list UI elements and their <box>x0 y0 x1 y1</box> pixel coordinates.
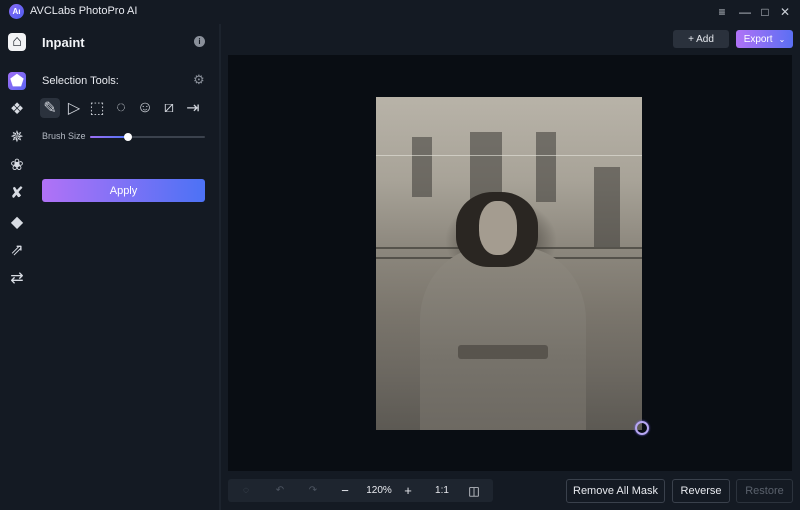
title-bar: Aı AVCLabs PhotoPro AI ≡ — □ ✕ <box>0 0 800 24</box>
apply-button[interactable]: Apply <box>42 179 205 202</box>
undo-icon[interactable]: ↶ <box>272 479 288 502</box>
export-label: Export <box>743 33 773 45</box>
panel-title: Inpaint <box>42 35 85 50</box>
minimize-icon[interactable]: — <box>737 4 753 20</box>
photo-detail <box>412 137 432 197</box>
face-retouch-icon[interactable]: ❀ <box>8 156 26 174</box>
image-canvas[interactable] <box>228 55 792 471</box>
enhancer-icon[interactable]: ✵ <box>8 128 26 146</box>
colorize-fan-icon[interactable]: ✘ <box>8 184 26 202</box>
inpaint-eraser-icon[interactable]: ⬟ <box>8 72 26 90</box>
brush-cursor <box>635 421 649 435</box>
panel-divider <box>219 24 221 510</box>
app-window: Aı AVCLabs PhotoPro AI ≡ — □ ✕ ⌂ ⬟ ❖ ✵ ❀… <box>0 0 800 510</box>
add-button[interactable]: + Add <box>673 30 729 48</box>
auto-select-tool[interactable]: ⧄ <box>159 98 179 118</box>
photo-detail <box>594 167 620 247</box>
photo-detail <box>536 132 556 202</box>
photo-subject-coat <box>420 247 586 430</box>
info-icon[interactable]: i <box>194 36 205 47</box>
remove-all-mask-button[interactable]: Remove All Mask <box>566 479 665 503</box>
selection-tools-label: Selection Tools: <box>42 75 119 87</box>
polygon-lasso-tool[interactable]: ▷ <box>64 98 84 118</box>
ellipse-select-tool[interactable]: ◌ <box>111 98 131 118</box>
zoom-toolbar: ◌ ↶ ↷ − 120% + 1:1 ◫ <box>228 479 493 502</box>
photo-preview[interactable] <box>376 97 642 430</box>
gear-icon[interactable]: ⚙ <box>193 73 205 86</box>
restore-button[interactable]: Restore <box>736 479 793 503</box>
app-title: AVCLabs PhotoPro AI <box>30 5 138 17</box>
brush-size-slider-thumb[interactable] <box>123 133 132 141</box>
chevron-down-icon: ⌄ <box>778 34 786 44</box>
export-button[interactable]: Export ⌄ <box>736 30 793 48</box>
home-icon[interactable]: ⌂ <box>8 33 26 51</box>
photo-subject-belt <box>458 345 548 359</box>
background-remover-icon[interactable]: ❖ <box>8 100 26 118</box>
menu-icon[interactable]: ≡ <box>714 4 730 20</box>
upscale-icon[interactable]: ⇗ <box>8 241 26 259</box>
photo-subject-face <box>479 201 517 255</box>
compare-icon[interactable]: ◫ <box>466 479 482 502</box>
brush-size-slider-fill <box>90 136 128 138</box>
import-mask-tool[interactable]: ⇥ <box>183 98 203 118</box>
app-logo-icon: Aı <box>9 4 24 19</box>
color-fill-icon[interactable]: ◆ <box>8 213 26 231</box>
brush-size-slider[interactable] <box>90 133 205 141</box>
actual-size-button[interactable]: 1:1 <box>432 479 452 502</box>
brush-size-label: Brush Size <box>42 131 86 141</box>
rectangle-select-tool[interactable]: ⬚ <box>87 98 107 118</box>
reset-icon[interactable]: ◌ <box>238 479 254 502</box>
portrait-select-tool[interactable]: ☺ <box>135 98 155 118</box>
zoom-out-button[interactable]: − <box>337 479 353 502</box>
redo-icon[interactable]: ↷ <box>305 479 321 502</box>
zoom-level: 120% <box>366 485 392 496</box>
brush-tool[interactable]: ✎ <box>40 98 60 118</box>
adjust-icon[interactable]: ⇄ <box>8 269 26 287</box>
zoom-in-button[interactable]: + <box>400 479 416 502</box>
close-icon[interactable]: ✕ <box>777 4 793 20</box>
reverse-button[interactable]: Reverse <box>672 479 730 503</box>
maximize-icon[interactable]: □ <box>757 4 773 20</box>
photo-crease <box>376 155 642 156</box>
